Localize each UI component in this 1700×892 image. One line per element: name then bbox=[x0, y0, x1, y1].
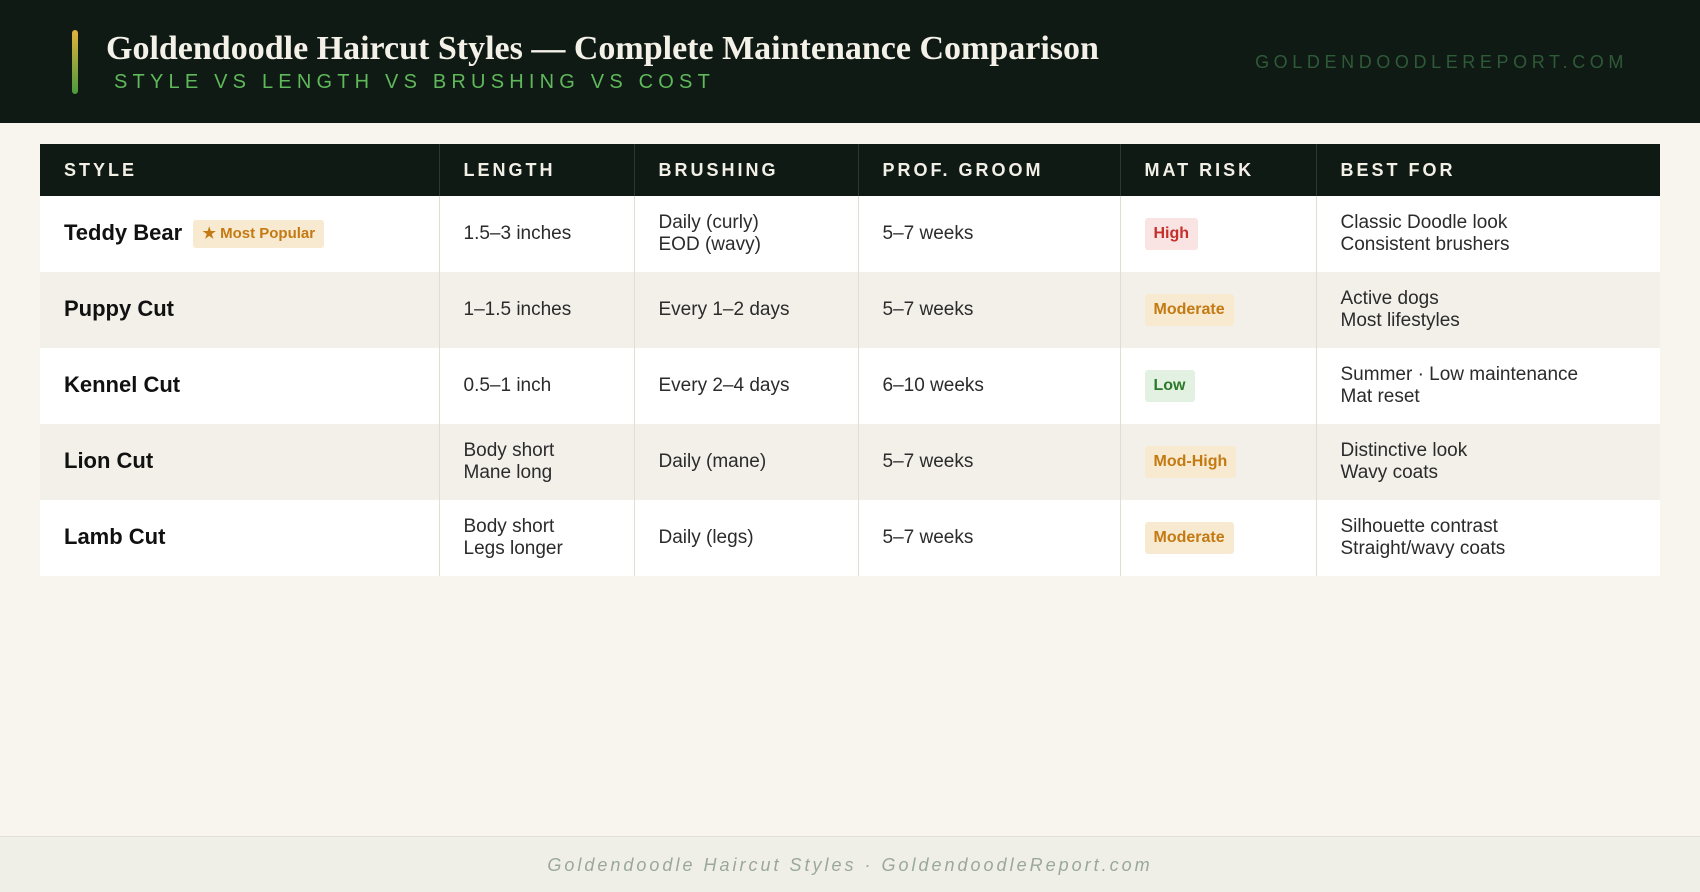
column-header-style: STYLE bbox=[40, 144, 439, 196]
length-text: 0.5–1 inch bbox=[463, 375, 552, 396]
title-accent-bar bbox=[72, 30, 78, 94]
risk-cell: Moderate bbox=[1119, 272, 1316, 348]
table-header-row: STYLE LENGTH BRUSHING PROF. GROOM MAT RI… bbox=[40, 144, 1660, 196]
table-row: Lion Cut Body short Mane long Daily (man… bbox=[40, 424, 1660, 500]
brushing-text: Daily (legs) bbox=[658, 527, 754, 548]
column-header-best-for: BEST FOR bbox=[1315, 144, 1660, 196]
brushing-cell: Daily (legs) bbox=[633, 500, 858, 576]
brushing-cell: Every 1–2 days bbox=[633, 272, 858, 348]
style-name: Kennel Cut bbox=[64, 372, 181, 397]
best-for-text: Classic Doodle look bbox=[1340, 212, 1508, 233]
length-cell: 1–1.5 inches bbox=[438, 272, 634, 348]
risk-badge: Moderate bbox=[1144, 522, 1234, 554]
brushing-text: EOD (wavy) bbox=[658, 234, 761, 255]
best-for-text: Most lifestyles bbox=[1340, 310, 1460, 331]
table-row: Puppy Cut 1–1.5 inches Every 1–2 days 5–… bbox=[40, 272, 1660, 348]
site-name: GOLDENDOODLEREPORT.COM bbox=[1255, 52, 1628, 72]
table-row: Lamb Cut Body short Legs longer Daily (l… bbox=[40, 500, 1660, 576]
groom-cell: 5–7 weeks bbox=[857, 424, 1120, 500]
style-name: Puppy Cut bbox=[64, 296, 174, 321]
best-for-cell: Summer · Low maintenance Mat reset bbox=[1315, 348, 1660, 424]
style-cell: Puppy Cut bbox=[40, 272, 439, 348]
best-for-text: Distinctive look bbox=[1340, 440, 1468, 461]
length-text: 1.5–3 inches bbox=[463, 223, 572, 244]
column-header-brushing: BRUSHING bbox=[633, 144, 858, 196]
groom-cell: 5–7 weeks bbox=[857, 196, 1120, 272]
length-text: Body short bbox=[463, 440, 555, 461]
length-cell: 0.5–1 inch bbox=[438, 348, 634, 424]
best-for-text: Wavy coats bbox=[1340, 462, 1439, 483]
length-text: 1–1.5 inches bbox=[463, 299, 572, 320]
most-popular-badge: ★ Most Popular bbox=[193, 220, 325, 248]
length-cell: 1.5–3 inches bbox=[438, 196, 634, 272]
length-text: Mane long bbox=[463, 462, 553, 483]
best-for-cell: Active dogs Most lifestyles bbox=[1315, 272, 1660, 348]
length-text: Legs longer bbox=[463, 538, 563, 559]
column-header-mat-risk: MAT RISK bbox=[1119, 144, 1316, 196]
best-for-text: Summer · Low maintenance bbox=[1340, 364, 1579, 385]
groom-cell: 6–10 weeks bbox=[857, 348, 1120, 424]
column-header-prof-groom: PROF. GROOM bbox=[857, 144, 1120, 196]
style-name: Lion Cut bbox=[64, 448, 154, 473]
groom-cell: 5–7 weeks bbox=[857, 272, 1120, 348]
brushing-cell: Daily (mane) bbox=[633, 424, 858, 500]
risk-cell: High bbox=[1119, 196, 1316, 272]
style-name: Teddy Bear bbox=[64, 220, 183, 245]
page-footer: Goldendoodle Haircut Styles · Goldendood… bbox=[0, 836, 1700, 892]
brushing-text: Every 1–2 days bbox=[658, 299, 790, 320]
footer-text: Goldendoodle Haircut Styles · Goldendood… bbox=[547, 855, 1153, 875]
groom-cell: 5–7 weeks bbox=[857, 500, 1120, 576]
style-cell: Teddy Bear ★ Most Popular bbox=[40, 196, 439, 272]
style-cell: Lion Cut bbox=[40, 424, 439, 500]
table-row: Teddy Bear ★ Most Popular 1.5–3 inches D… bbox=[40, 196, 1660, 272]
table-row: Kennel Cut 0.5–1 inch Every 2–4 days 6–1… bbox=[40, 348, 1660, 424]
brushing-text: Daily (curly) bbox=[658, 212, 759, 233]
brushing-cell: Every 2–4 days bbox=[633, 348, 858, 424]
best-for-cell: Classic Doodle look Consistent brushers bbox=[1315, 196, 1660, 272]
risk-badge: Low bbox=[1144, 370, 1195, 402]
best-for-cell: Distinctive look Wavy coats bbox=[1315, 424, 1660, 500]
column-header-length: LENGTH bbox=[438, 144, 634, 196]
risk-badge: High bbox=[1144, 218, 1199, 250]
length-cell: Body short Legs longer bbox=[438, 500, 634, 576]
page-title: Goldendoodle Haircut Styles — Complete M… bbox=[106, 30, 1099, 67]
length-text: Body short bbox=[463, 516, 555, 537]
risk-cell: Low bbox=[1119, 348, 1316, 424]
brushing-text: Daily (mane) bbox=[658, 451, 767, 472]
best-for-text: Mat reset bbox=[1340, 386, 1420, 407]
risk-cell: Mod-High bbox=[1119, 424, 1316, 500]
risk-cell: Moderate bbox=[1119, 500, 1316, 576]
brushing-cell: Daily (curly) EOD (wavy) bbox=[633, 196, 858, 272]
page-subtitle: STYLE VS LENGTH VS BRUSHING VS COST bbox=[114, 71, 715, 93]
best-for-cell: Silhouette contrast Straight/wavy coats bbox=[1315, 500, 1660, 576]
best-for-text: Active dogs bbox=[1340, 288, 1439, 309]
brushing-text: Every 2–4 days bbox=[658, 375, 790, 396]
page-header: Goldendoodle Haircut Styles — Complete M… bbox=[0, 0, 1700, 123]
risk-badge: Mod-High bbox=[1144, 446, 1237, 478]
best-for-text: Straight/wavy coats bbox=[1340, 538, 1506, 559]
comparison-table: STYLE LENGTH BRUSHING PROF. GROOM MAT RI… bbox=[40, 144, 1660, 576]
best-for-text: Silhouette contrast bbox=[1340, 516, 1498, 537]
style-name: Lamb Cut bbox=[64, 524, 166, 549]
length-cell: Body short Mane long bbox=[438, 424, 634, 500]
risk-badge: Moderate bbox=[1144, 294, 1234, 326]
style-cell: Lamb Cut bbox=[40, 500, 439, 576]
style-cell: Kennel Cut bbox=[40, 348, 439, 424]
best-for-text: Consistent brushers bbox=[1340, 234, 1510, 255]
